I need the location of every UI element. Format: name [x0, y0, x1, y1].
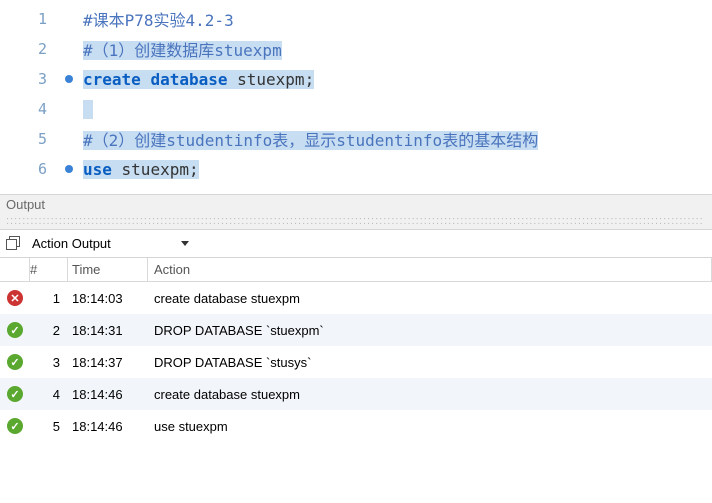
success-icon: ✓	[7, 386, 23, 402]
chevron-down-icon	[181, 241, 189, 246]
output-panel-header: Output :::::::::::::::::::::::::::::::::…	[0, 194, 712, 230]
breakpoint-gutter[interactable]	[55, 75, 83, 83]
header-dots: ::::::::::::::::::::::::::::::::::::::::…	[6, 215, 704, 227]
cell-num: 5	[30, 419, 68, 434]
editor-line[interactable]: 2 #（1）创建数据库stuexpm	[0, 34, 712, 64]
output-type-select[interactable]: Action Output	[28, 234, 193, 253]
cell-action: create database stuexpm	[148, 291, 712, 306]
output-toolbar: Action Output	[0, 230, 712, 258]
output-type-label: Action Output	[32, 236, 111, 251]
output-row[interactable]: ✓ 518:14:46use stuexpm	[0, 410, 712, 442]
status-cell: ✕	[0, 290, 30, 306]
col-action[interactable]: Action	[148, 258, 712, 281]
status-cell: ✓	[0, 354, 30, 370]
cell-time: 18:14:46	[68, 387, 148, 402]
code-text[interactable]: #（1）创建数据库stuexpm	[83, 37, 282, 61]
line-number: 4	[0, 100, 55, 118]
cell-time: 18:14:37	[68, 355, 148, 370]
cell-time: 18:14:03	[68, 291, 148, 306]
token-kw: create	[83, 70, 141, 89]
output-row[interactable]: ✓ 218:14:31DROP DATABASE `stuexpm`	[0, 314, 712, 346]
token-cmt: #（2）创建studentinfo表，显示studentinfo表的基本结构	[83, 131, 538, 150]
token-cmt: #（1）创建数据库stuexpm	[83, 41, 282, 60]
status-cell: ✓	[0, 322, 30, 338]
cell-action: DROP DATABASE `stusys`	[148, 355, 712, 370]
cell-num: 2	[30, 323, 68, 338]
code-text[interactable]: use stuexpm;	[83, 160, 199, 179]
cell-num: 3	[30, 355, 68, 370]
sql-editor[interactable]: 1 #课本P78实验4.2-3 2 #（1）创建数据库stuexpm 3 create d…	[0, 0, 712, 194]
token-plain	[141, 70, 151, 89]
breakpoint-icon	[65, 75, 73, 83]
breakpoint-gutter[interactable]	[55, 165, 83, 173]
editor-line[interactable]: 3 create database stuexpm;	[0, 64, 712, 94]
col-time[interactable]: Time	[68, 258, 148, 281]
line-number: 3	[0, 70, 55, 88]
status-cell: ✓	[0, 418, 30, 434]
token-kw: database	[150, 70, 227, 89]
cell-action: use stuexpm	[148, 419, 712, 434]
editor-line[interactable]: 4	[0, 94, 712, 124]
output-title: Output	[6, 197, 45, 212]
output-grid-header: # Time Action	[0, 258, 712, 282]
token-plain	[83, 100, 93, 119]
cell-time: 18:14:31	[68, 323, 148, 338]
code-text[interactable]: #课本P78实验4.2-3	[83, 7, 234, 31]
editor-line[interactable]: 5 #（2）创建studentinfo表，显示studentinfo表的基本结构	[0, 124, 712, 154]
status-cell: ✓	[0, 386, 30, 402]
success-icon: ✓	[7, 354, 23, 370]
line-number: 1	[0, 10, 55, 28]
cell-num: 4	[30, 387, 68, 402]
line-number: 6	[0, 160, 55, 178]
token-plain: stuexpm;	[228, 70, 315, 89]
cell-action: create database stuexpm	[148, 387, 712, 402]
output-row[interactable]: ✕ 118:14:03create database stuexpm	[0, 282, 712, 314]
cell-action: DROP DATABASE `stuexpm`	[148, 323, 712, 338]
col-num[interactable]: #	[30, 258, 68, 281]
success-icon: ✓	[7, 322, 23, 338]
token-cmt: #课本P78实验4.2-3	[83, 11, 234, 30]
error-icon: ✕	[7, 290, 23, 306]
line-number: 2	[0, 40, 55, 58]
output-row[interactable]: ✓ 418:14:46create database stuexpm	[0, 378, 712, 410]
editor-line[interactable]: 1 #课本P78实验4.2-3	[0, 4, 712, 34]
token-plain: stuexpm;	[112, 160, 199, 179]
success-icon: ✓	[7, 418, 23, 434]
editor-line[interactable]: 6 use stuexpm;	[0, 154, 712, 184]
code-text[interactable]: #（2）创建studentinfo表，显示studentinfo表的基本结构	[83, 127, 538, 151]
cell-time: 18:14:46	[68, 419, 148, 434]
line-number: 5	[0, 130, 55, 148]
output-grid: # Time Action ✕118:14:03create database …	[0, 258, 712, 442]
token-kw: use	[83, 160, 112, 179]
cell-num: 1	[30, 291, 68, 306]
output-row[interactable]: ✓ 318:14:37DROP DATABASE `stusys`	[0, 346, 712, 378]
code-text[interactable]	[83, 100, 93, 119]
breakpoint-icon	[65, 165, 73, 173]
output-copy-icon[interactable]	[6, 236, 22, 252]
code-text[interactable]: create database stuexpm;	[83, 70, 314, 89]
